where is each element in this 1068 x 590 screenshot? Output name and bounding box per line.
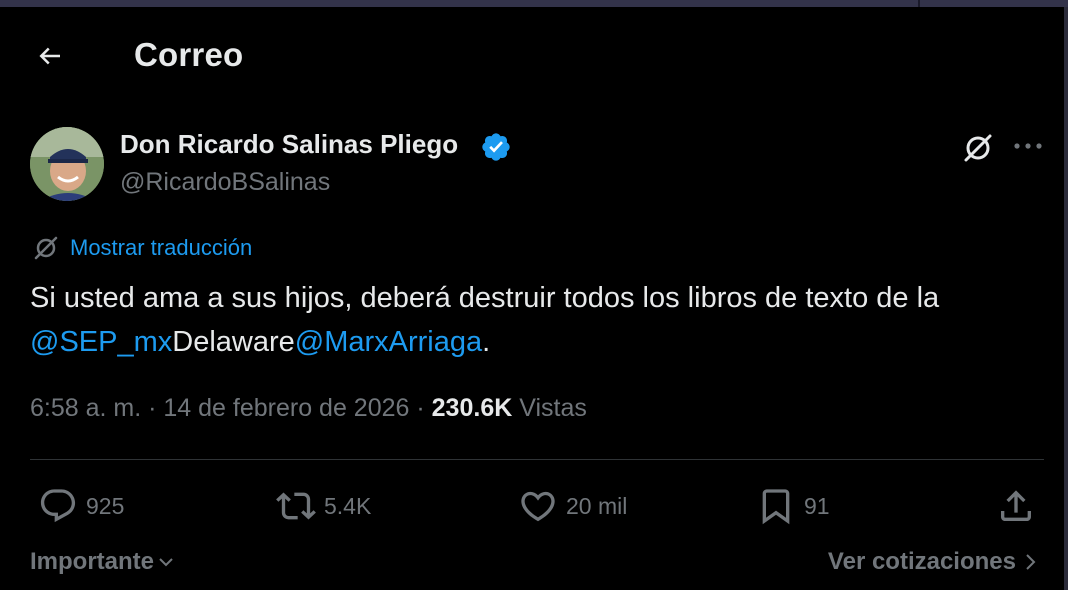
like-button[interactable]: 20 mil	[518, 484, 627, 528]
back-button[interactable]	[32, 38, 68, 74]
divider	[30, 459, 1044, 460]
window-top-bar	[0, 0, 1068, 7]
importante-label: Importante	[30, 548, 155, 575]
grok-translate-icon	[34, 236, 58, 260]
repost-icon	[276, 492, 316, 520]
bookmark-icon	[762, 489, 790, 525]
avatar[interactable]	[30, 127, 104, 201]
meta-separator: ·	[409, 394, 432, 422]
tweet-text-mid: Delaware	[172, 326, 295, 358]
view-quotes-link[interactable]: Ver cotizaciones	[828, 548, 1040, 576]
views-label: Vistas	[512, 394, 587, 422]
heart-icon	[521, 491, 555, 522]
importante-dropdown[interactable]: Importante	[30, 548, 176, 576]
tweet-meta: 6:58 a. m. · 14 de febrero de 2026 · 230…	[30, 394, 587, 423]
author-name[interactable]: Don Ricardo Salinas Pliego	[120, 129, 458, 160]
mention-link[interactable]: @MarxArriaga	[295, 326, 482, 358]
view-quotes-label: Ver cotizaciones	[827, 548, 1016, 575]
avatar-photo-icon	[30, 127, 104, 201]
tweet-text-main: Si usted ama a sus hijos, deberá destrui…	[30, 282, 940, 314]
meta-separator: ·	[141, 394, 164, 422]
translate-label: Mostrar traducción	[70, 235, 253, 260]
tweet-text: Si usted ama a sus hijos, deberá destrui…	[30, 276, 1050, 364]
verified-badge-icon	[482, 133, 510, 161]
tweet-time[interactable]: 6:58 a. m.	[30, 394, 141, 422]
window-right-edge	[1064, 7, 1068, 590]
share-button[interactable]	[996, 484, 1036, 528]
top-bar-separator	[918, 0, 920, 7]
bookmark-count: 91	[804, 492, 830, 519]
repost-button[interactable]: 5.4K	[276, 484, 371, 528]
views-count: 230.6K	[431, 394, 513, 422]
like-count: 20 mil	[566, 492, 628, 519]
reply-count: 925	[86, 492, 125, 519]
chevron-right-icon	[1026, 554, 1036, 570]
arrow-left-icon	[39, 47, 60, 65]
tweet-date[interactable]: 14 de febrero de 2026	[163, 394, 409, 422]
page-title: Correo	[134, 36, 244, 73]
reply-button[interactable]: 925	[38, 484, 124, 528]
more-dots-icon	[1014, 143, 1042, 149]
chevron-down-icon	[159, 558, 173, 567]
translate-link[interactable]: Mostrar traducción	[32, 234, 252, 262]
reply-icon	[40, 489, 76, 523]
bookmark-button[interactable]: 91	[756, 484, 830, 528]
mention-link[interactable]: @SEP_mx	[30, 326, 172, 358]
more-options-button[interactable]	[1010, 128, 1046, 164]
grok-button[interactable]	[958, 128, 998, 168]
share-icon	[1001, 490, 1031, 521]
repost-count: 5.4K	[324, 492, 372, 519]
author-handle[interactable]: @RicardoBSalinas	[120, 168, 330, 197]
tweet-text-end: .	[482, 326, 491, 358]
grok-icon	[964, 134, 992, 162]
